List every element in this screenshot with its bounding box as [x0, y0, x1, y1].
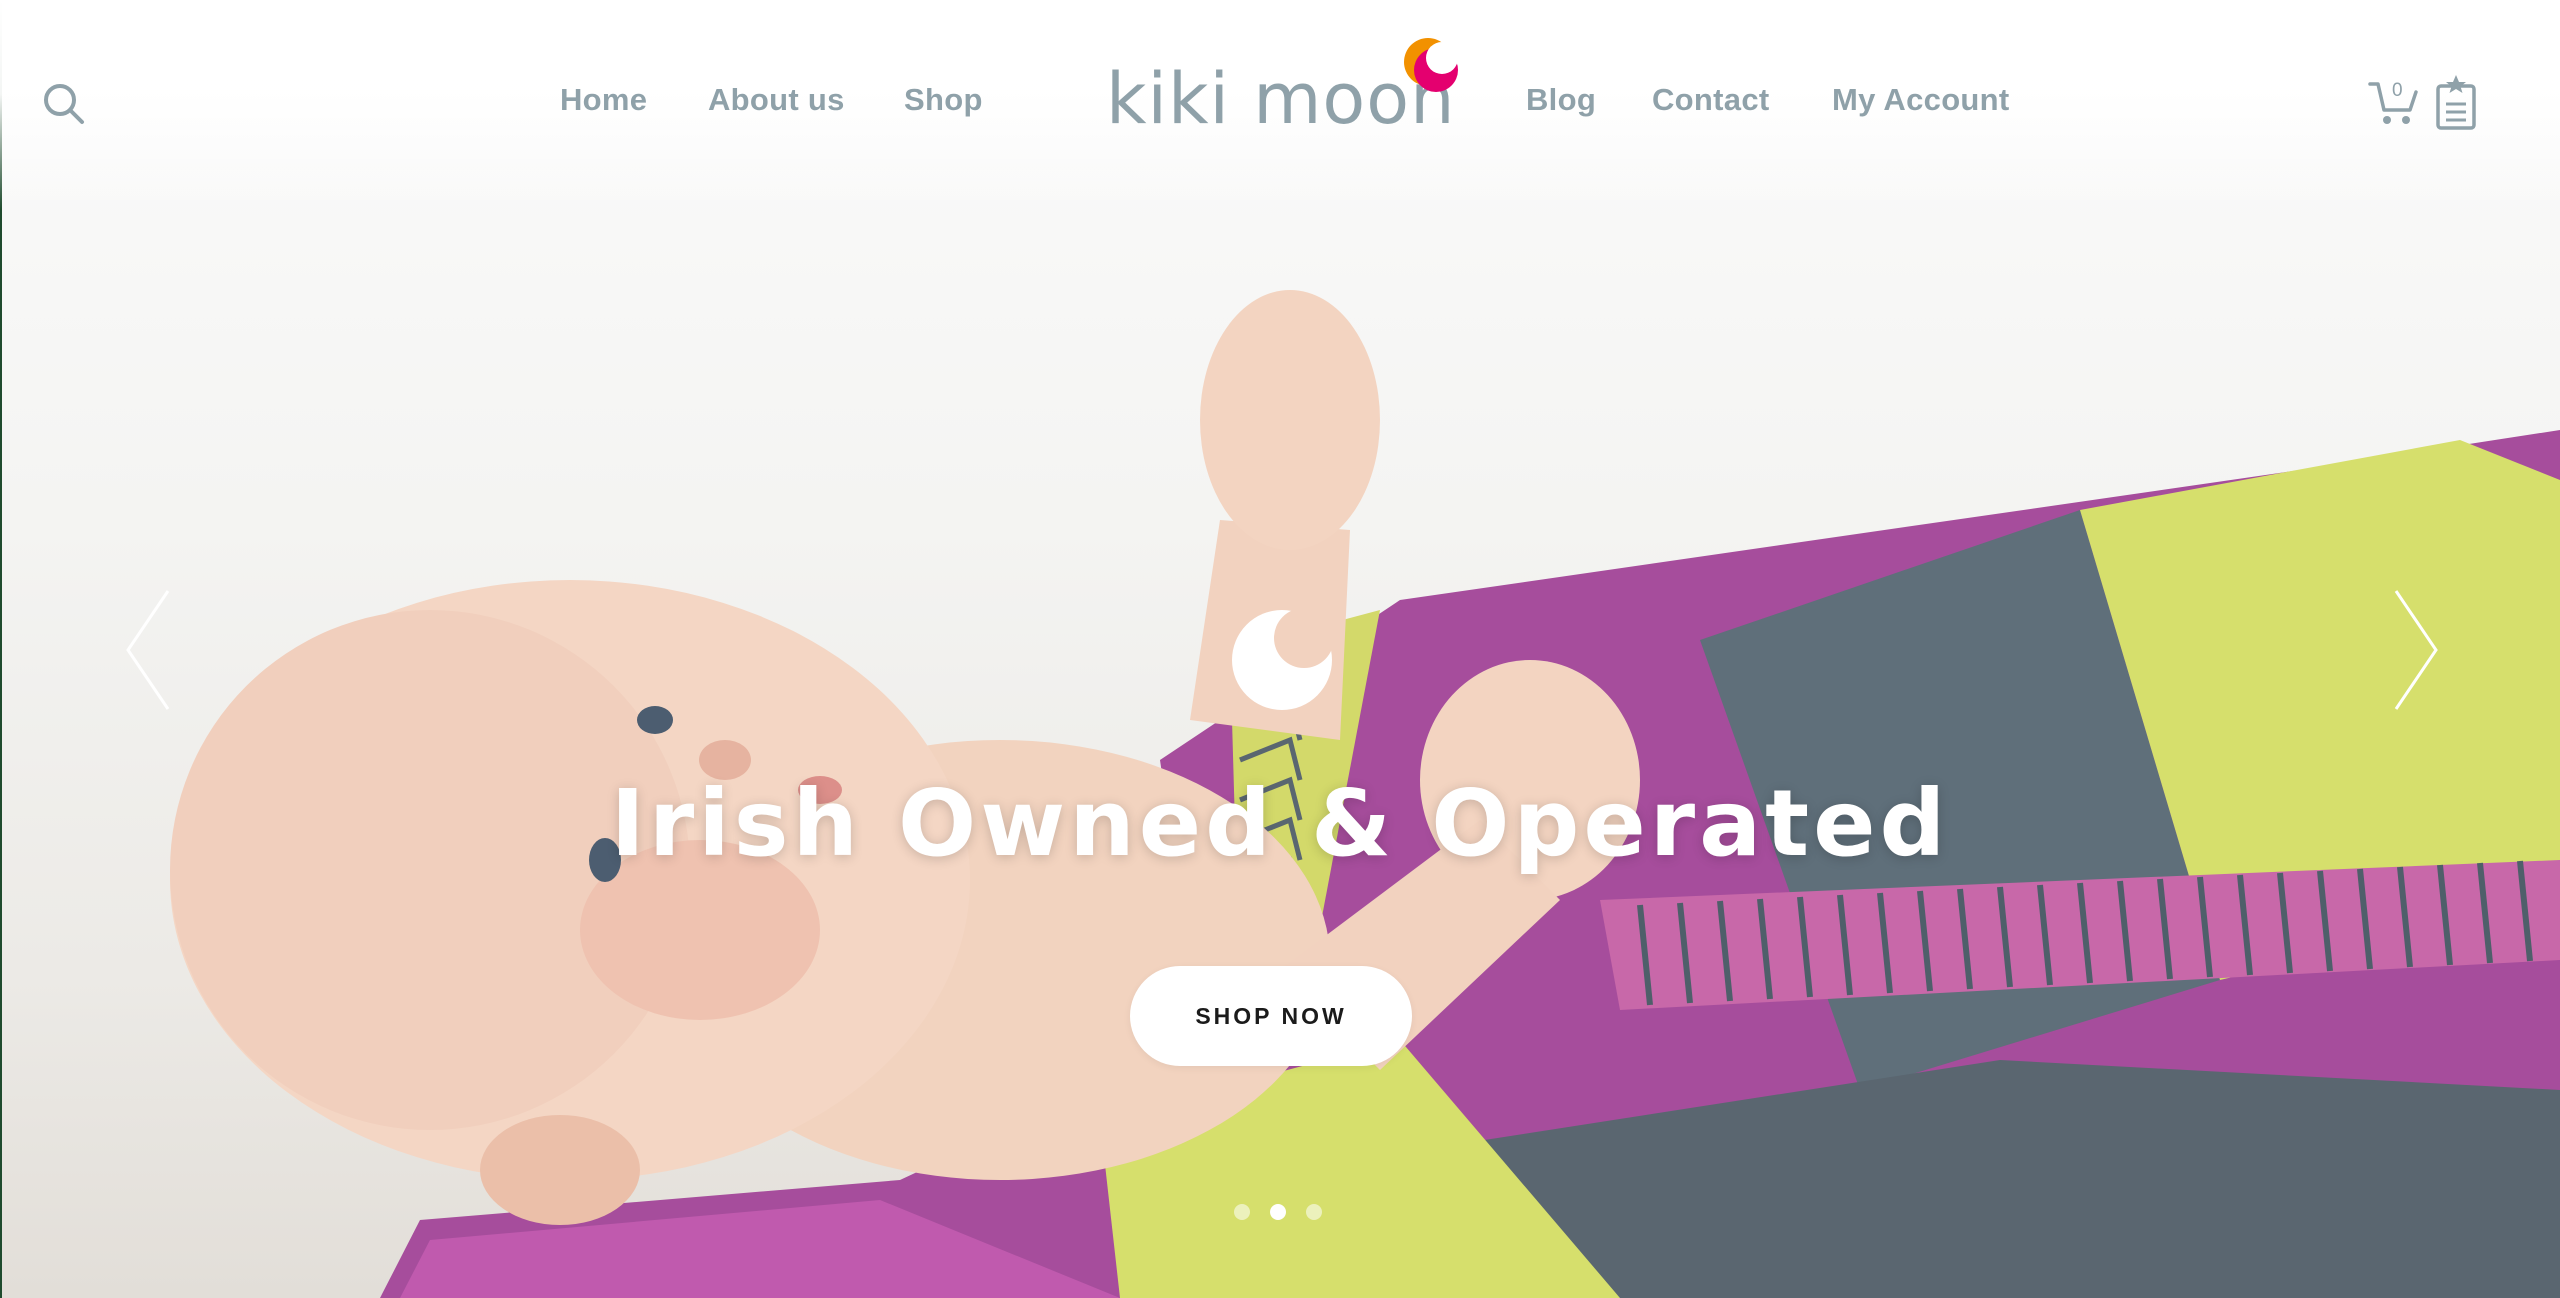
wishlist-icon: [2436, 75, 2476, 130]
slider-pagination: [1234, 1204, 1322, 1224]
slider-prev-button[interactable]: [120, 585, 180, 715]
slider-dot-2[interactable]: [1270, 1204, 1286, 1220]
chevron-left-icon: [126, 590, 170, 710]
cart-count-badge: 0: [2392, 80, 2403, 101]
logo-moon-icon: [1404, 38, 1458, 92]
nav-blog[interactable]: Blog: [1526, 82, 1596, 118]
slider-dot-1[interactable]: [1234, 1204, 1250, 1220]
wishlist-button[interactable]: [2434, 74, 2480, 132]
search-icon: [44, 84, 84, 124]
site-header: Home About us Shop kiki moon Blog Contac…: [0, 0, 2560, 210]
logo[interactable]: kiki moon: [1106, 36, 1466, 146]
shop-now-button[interactable]: SHOP NOW: [1130, 966, 1412, 1066]
chevron-right-icon: [2394, 590, 2438, 710]
slide-title: Irish Owned & Operated: [610, 770, 1950, 877]
page: Home About us Shop kiki moon Blog Contac…: [0, 0, 2560, 1298]
crescent-moon-icon: [1232, 610, 1332, 710]
slider-dot-3[interactable]: [1306, 1204, 1322, 1220]
nav-shop[interactable]: Shop: [904, 82, 983, 118]
nav-home[interactable]: Home: [560, 82, 647, 118]
slider-next-button[interactable]: [2384, 585, 2444, 715]
nav-about-us[interactable]: About us: [708, 82, 845, 118]
search-button[interactable]: [40, 80, 88, 128]
nav-my-account[interactable]: My Account: [1832, 82, 2010, 118]
nav-contact[interactable]: Contact: [1652, 82, 1770, 118]
